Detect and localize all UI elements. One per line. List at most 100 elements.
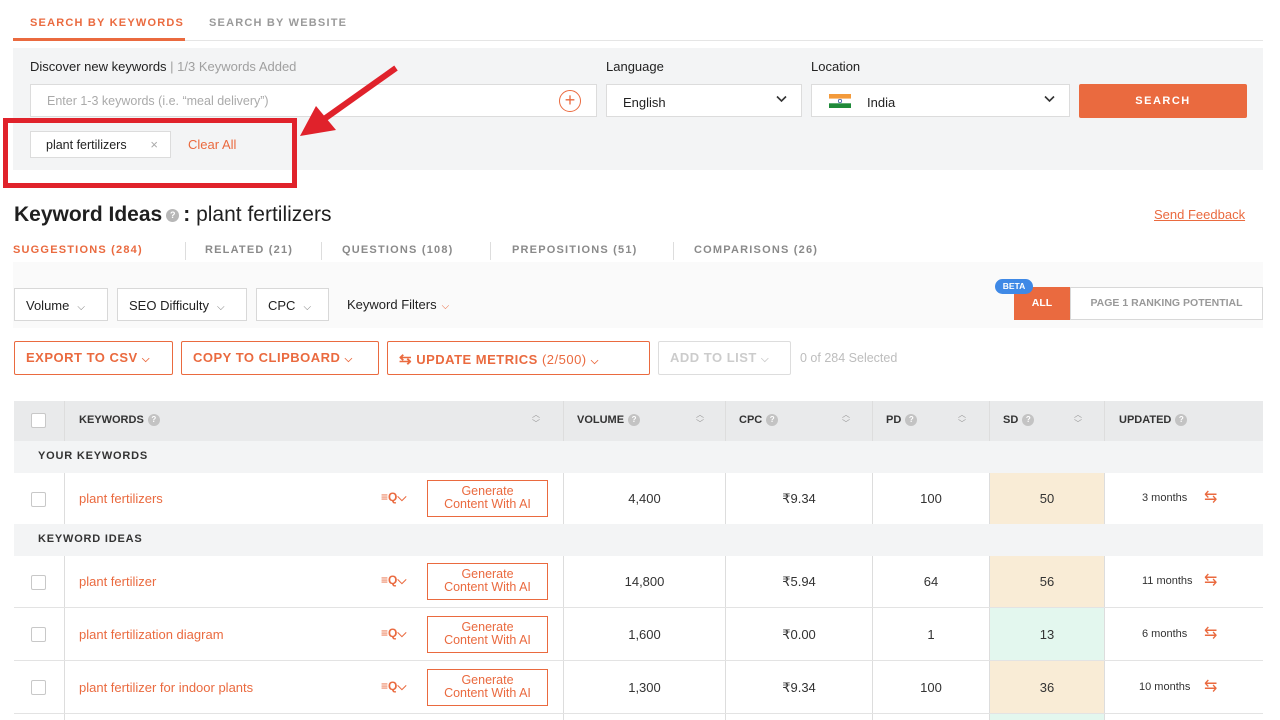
sort-icon[interactable]: ︿ ﹀ <box>958 410 966 428</box>
india-flag-icon <box>829 94 851 108</box>
chevron-down-icon: ⌵ <box>77 302 85 313</box>
keyword-link[interactable]: plant fertilizer <box>79 574 156 589</box>
discover-label: Discover new keywords | 1/3 Keywords Add… <box>30 59 297 74</box>
sd-cell-bg <box>990 713 1104 720</box>
header-cpc[interactable]: CPC? <box>739 414 779 427</box>
serp-analysis-icon[interactable]: ≡Q⌵ <box>381 490 406 505</box>
row-divider <box>14 713 1263 714</box>
sort-icon[interactable]: ︿ ﹀ <box>1074 410 1082 428</box>
section-label: KEYWORD IDEAS <box>38 533 143 545</box>
help-icon[interactable]: ? <box>166 208 180 222</box>
sd-cell: 13 <box>1039 627 1055 642</box>
chevron-down-icon: ⌵ <box>590 356 599 367</box>
row-checkbox[interactable] <box>31 680 46 695</box>
tab-comparisons[interactable]: COMPARISONS (26) <box>694 244 818 256</box>
row-checkbox[interactable] <box>31 575 46 590</box>
chevron-down-icon: ⌵ <box>303 302 312 313</box>
keyword-filters-dropdown[interactable]: Keyword Filters ⌵ <box>347 297 449 312</box>
section-label: YOUR KEYWORDS <box>38 450 149 462</box>
pd-cell: 1 <box>927 627 935 642</box>
generate-content-button[interactable]: Generate Content With AI <box>427 616 548 653</box>
serp-analysis-icon[interactable]: ≡Q⌵ <box>381 679 406 694</box>
help-icon: ? <box>628 414 641 427</box>
tab-search-by-website[interactable]: SEARCH BY WEBSITE <box>209 17 347 29</box>
section-keyword-ideas: KEYWORD IDEAS <box>14 524 1263 556</box>
keyword-link[interactable]: plant fertilizers <box>79 491 163 506</box>
chevron-down-icon <box>1044 94 1055 106</box>
keyword-link[interactable]: plant fertilizer for indoor plants <box>79 680 253 695</box>
updated-cell: 10 months <box>1139 681 1191 693</box>
row-checkbox[interactable] <box>31 627 46 642</box>
cpc-cell: ₹9.34 <box>782 680 816 695</box>
active-tab-indicator <box>13 38 185 41</box>
sort-icon[interactable]: ︿ ﹀ <box>842 410 850 428</box>
header-sd[interactable]: SD? <box>1003 414 1035 427</box>
add-to-list-button[interactable]: ADD TO LIST ⌵ <box>658 341 791 375</box>
pd-cell: 64 <box>923 574 939 589</box>
help-icon: ? <box>766 414 779 427</box>
keyword-input-placeholder: Enter 1-3 keywords (i.e. “meal delivery”… <box>47 94 269 108</box>
refresh-icon[interactable]: ⇆ <box>1204 623 1217 643</box>
refresh-icon[interactable]: ⇆ <box>1204 676 1217 696</box>
generate-content-button[interactable]: Generate Content With AI <box>427 669 548 706</box>
copy-clipboard-button[interactable]: COPY TO CLIPBOARD ⌵ <box>181 341 379 375</box>
section-your-keywords: YOUR KEYWORDS <box>14 441 1263 473</box>
refresh-icon[interactable]: ⇆ <box>1204 487 1217 507</box>
cpc-cell: ₹5.94 <box>782 574 816 589</box>
language-label: Language <box>606 59 664 74</box>
chevron-down-icon: ⌵ <box>441 301 450 312</box>
chevron-down-icon <box>776 94 787 106</box>
tab-search-by-keywords[interactable]: SEARCH BY KEYWORDS <box>30 17 184 29</box>
chevron-down-icon: ⌵ <box>216 302 225 313</box>
serp-analysis-icon[interactable]: ≡Q⌵ <box>381 573 406 588</box>
pd-cell: 100 <box>920 491 942 506</box>
help-icon: ? <box>147 414 160 427</box>
location-label: Location <box>811 59 861 74</box>
cpc-filter[interactable]: CPC ⌵ <box>256 288 329 321</box>
tab-divider <box>673 242 674 260</box>
help-icon: ? <box>1175 414 1188 427</box>
sd-cell: 36 <box>1039 680 1055 695</box>
header-updated[interactable]: UPDATED? <box>1119 414 1188 427</box>
tab-divider <box>185 242 186 260</box>
generate-content-button[interactable]: Generate Content With AI <box>427 563 548 600</box>
serp-analysis-icon[interactable]: ≡Q⌵ <box>381 626 406 641</box>
help-icon: ? <box>905 414 918 427</box>
location-select[interactable]: India <box>811 84 1070 117</box>
updated-cell: 11 months <box>1142 575 1193 587</box>
tab-suggestions[interactable]: SUGGESTIONS (284) <box>13 244 143 256</box>
export-csv-button[interactable]: EXPORT TO CSV ⌵ <box>14 341 173 375</box>
chevron-down-icon: ⌵ <box>344 354 353 365</box>
updated-cell: 6 months <box>1142 628 1188 640</box>
generate-content-button[interactable]: Generate Content With AI <box>427 480 548 517</box>
language-select[interactable]: English <box>606 84 802 117</box>
annotation-arrow-icon <box>300 65 398 136</box>
language-value: English <box>623 95 666 110</box>
tab-divider <box>490 242 491 260</box>
header-volume[interactable]: VOLUME? <box>577 414 641 427</box>
row-checkbox[interactable] <box>31 492 46 507</box>
volume-cell: 1,300 <box>628 680 661 695</box>
tab-prepositions[interactable]: PREPOSITIONS (51) <box>512 244 638 256</box>
annotation-highlight-box <box>3 118 297 188</box>
page1-ranking-toggle[interactable]: PAGE 1 RANKING POTENTIAL <box>1070 287 1263 320</box>
update-metrics-button[interactable]: ⇆ UPDATE METRICS (2/500) ⌵ <box>387 341 650 375</box>
refresh-icon[interactable]: ⇆ <box>1204 570 1217 590</box>
tab-questions[interactable]: QUESTIONS (108) <box>342 244 454 256</box>
tab-divider <box>321 242 322 260</box>
sort-icon[interactable]: ︿ ﹀ <box>696 410 704 428</box>
volume-filter[interactable]: Volume ⌵ <box>14 288 108 321</box>
chevron-down-icon: ⌵ <box>761 354 770 365</box>
send-feedback-link[interactable]: Send Feedback <box>1154 207 1245 222</box>
search-button[interactable]: SEARCH <box>1079 84 1247 118</box>
location-value: India <box>867 95 896 110</box>
select-all-checkbox[interactable] <box>31 413 46 428</box>
header-pd[interactable]: PD? <box>886 414 918 427</box>
sort-icon[interactable]: ︿ ﹀ <box>532 410 540 428</box>
add-keyword-icon[interactable]: + <box>559 90 581 112</box>
seo-difficulty-filter[interactable]: SEO Difficulty ⌵ <box>117 288 247 321</box>
tab-related[interactable]: RELATED (21) <box>205 244 293 256</box>
volume-cell: 1,600 <box>628 627 661 642</box>
keyword-link[interactable]: plant fertilization diagram <box>79 627 224 642</box>
header-keywords[interactable]: KEYWORDS? <box>79 414 160 427</box>
